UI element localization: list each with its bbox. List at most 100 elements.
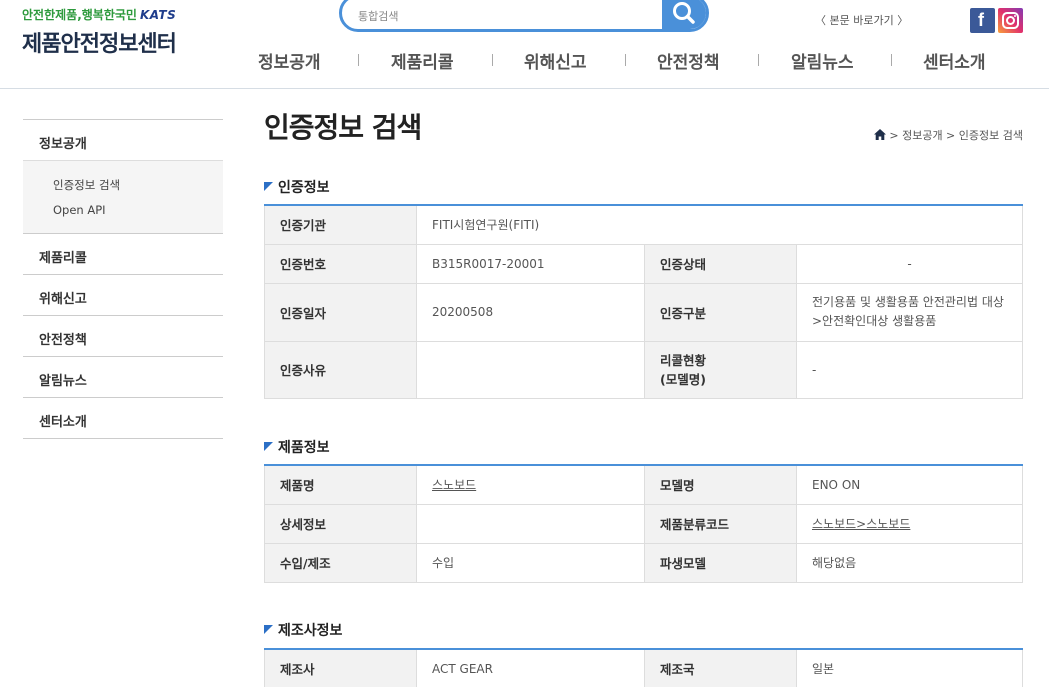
facebook-icon[interactable]: f [970,8,995,33]
cert-reason-label: 인증사유 [264,341,417,399]
cert-category-value: 전기용품 및 생활용품 안전관리법 대상 >안전확인대상 생활용품 [796,283,1023,342]
gnb-divider [891,54,892,66]
breadcrumb-item[interactable]: 정보공개 [902,129,942,142]
sidebar-item-product-recall[interactable]: 제품리콜 [23,233,223,274]
product-name-link[interactable]: 스노보드 [432,478,476,492]
sidebar-item-hazard-report[interactable]: 위해신고 [23,274,223,315]
cert-info-table: 인증기관 FITI시험연구원(FITI) 인증번호 B315R0017-2000… [264,204,1023,399]
gnb-divider [758,54,759,66]
gnb-divider [492,54,493,66]
sidebar-item-news[interactable]: 알림뉴스 [23,356,223,397]
cert-reason-value [416,341,645,399]
cert-number-label: 인증번호 [264,244,417,284]
recall-label-line2: (모델명) [660,371,706,387]
product-info-table: 제품명 스노보드 모델명 ENO ON 상세정보 제품분류코드 스노보드>스노보… [264,464,1023,583]
search-box [339,0,709,32]
sidebar-subitem-cert-search[interactable]: 인증정보 검색 [53,177,223,203]
skip-to-content-link[interactable]: 〈 본문 바로가기 〉 [815,12,908,28]
global-nav: 정보공개 제품리콜 위해신고 안전정책 알림뉴스 센터소개 [238,48,1028,74]
sidebar-item-info-disclosure[interactable]: 정보공개 [23,119,223,160]
search-button[interactable] [662,0,706,29]
class-code-link[interactable]: 스노보드>스노보드 [812,517,910,531]
class-code-label: 제품분류코드 [644,504,797,544]
product-name-value: 스노보드 [416,465,645,505]
gnb-safety-policy[interactable]: 안전정책 [657,48,720,73]
breadcrumb-sep: > [889,129,903,142]
brand-logo: KATS [139,8,177,22]
cert-number-value: B315R0017-20001 [416,244,645,284]
import-label: 수입/제조 [264,543,417,583]
breadcrumb-current: 인증정보 검색 [958,129,1023,142]
sidebar-item-about[interactable]: 센터소개 [23,397,223,438]
site-logo-slogan[interactable]: 안전한제품,행복한국민 KATS [22,6,176,23]
gnb-divider [625,54,626,66]
class-code-value: 스노보드>스노보드 [796,504,1023,544]
slogan-text-2: 행복한국민 [81,8,137,22]
sidebar-submenu: 인증정보 검색 Open API [23,160,223,233]
section-title-text: 인증정보 [278,180,330,196]
detail-info-label: 상세정보 [264,504,417,544]
model-name-label: 모델명 [644,465,797,505]
table-row: 제조사 ACT GEAR 제조국 일본 [264,649,1023,687]
section-title-text: 제조사정보 [278,623,343,639]
sidebar-item-safety-policy[interactable]: 안전정책 [23,315,223,356]
gnb-divider [358,54,359,66]
cert-category-line1: 전기용품 및 생활용품 안전관리법 대상 [812,295,1004,309]
gnb-about[interactable]: 센터소개 [923,48,986,73]
sidebar-nav: 정보공개 인증정보 검색 Open API 제품리콜 위해신고 안전정책 알림뉴… [23,119,223,439]
instagram-glyph [1002,12,1019,29]
search-input[interactable] [358,7,648,25]
table-row: 상세정보 제품분류코드 스노보드>스노보드 [264,504,1023,544]
maker-value: ACT GEAR [416,649,645,687]
table-row: 인증기관 FITI시험연구원(FITI) [264,205,1023,245]
gnb-info-disclosure[interactable]: 정보공개 [258,48,321,73]
slogan-text-1: 안전한제품, [22,8,82,22]
cert-agency-label: 인증기관 [264,205,417,245]
gnb-product-recall[interactable]: 제품리콜 [391,48,454,73]
gnb-news[interactable]: 알림뉴스 [791,48,854,73]
breadcrumb: > 정보공개 > 인증정보 검색 [874,127,1023,143]
gnb-hazard-report[interactable]: 위해신고 [524,48,587,73]
section-marker-icon [264,442,273,451]
breadcrumb-sep: > [942,129,959,142]
country-label: 제조국 [644,649,797,687]
table-row: 인증일자 20200508 인증구분 전기용품 및 생활용품 안전관리법 대상 … [264,283,1023,342]
cert-agency-value: FITI시험연구원(FITI) [416,205,1023,245]
sidebar-subitem-open-api[interactable]: Open API [53,203,223,229]
section-marker-icon [264,182,273,191]
recall-label-line1: 리콜현황 [660,352,707,368]
model-name-value: ENO ON [796,465,1023,505]
site-title[interactable]: 제품안전정보센터 [22,26,177,58]
detail-info-value [416,504,645,544]
import-value: 수입 [416,543,645,583]
section-title-maker: 제조사정보 [264,620,342,640]
instagram-icon[interactable] [998,8,1023,33]
recall-status-label: 리콜현황 (모델명) [644,341,797,399]
recall-status-value: - [796,341,1023,399]
table-row: 인증사유 리콜현황 (모델명) - [264,341,1023,399]
derived-model-value: 해당없음 [796,543,1023,583]
sidebar-bottom-divider [23,438,223,439]
country-value: 일본 [796,649,1023,687]
section-title-text: 제품정보 [278,440,330,456]
table-row: 인증번호 B315R0017-20001 인증상태 - [264,244,1023,284]
table-row: 제품명 스노보드 모델명 ENO ON [264,465,1023,505]
home-icon[interactable] [874,129,887,140]
site-header: 안전한제품,행복한국민KATS 제품안전정보센터 〈 본문 바로가기 〉 f 정… [0,0,1049,89]
maker-label: 제조사 [264,649,417,687]
maker-info-table: 제조사 ACT GEAR 제조국 일본 [264,648,1023,687]
cert-category-label: 인증구분 [644,283,797,342]
cert-date-label: 인증일자 [264,283,417,342]
section-title-product: 제품정보 [264,437,330,457]
cert-date-value: 20200508 [416,283,645,342]
cert-category-line2: >안전확인대상 생활용품 [812,314,937,328]
cert-status-label: 인증상태 [644,244,797,284]
derived-model-label: 파생모델 [644,543,797,583]
section-marker-icon [264,625,273,634]
product-name-label: 제품명 [264,465,417,505]
cert-status-value: - [796,244,1023,284]
search-icon [673,2,695,24]
page-title: 인증정보 검색 [264,111,422,144]
table-row: 수입/제조 수입 파생모델 해당없음 [264,543,1023,583]
section-title-cert: 인증정보 [264,177,330,197]
